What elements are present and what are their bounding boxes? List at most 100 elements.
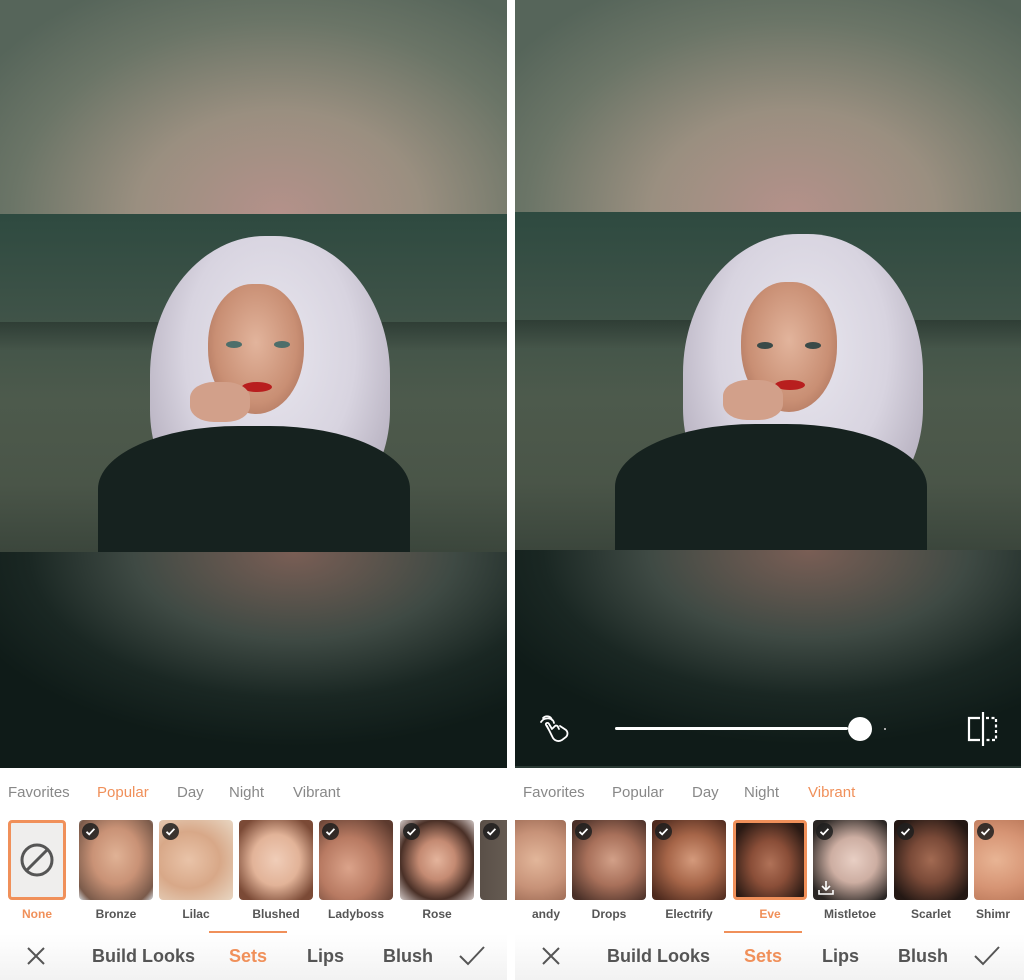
look-drops[interactable]: Drops [572, 820, 646, 921]
downloaded-check-icon [816, 823, 833, 840]
look-ladyboss[interactable]: Ladyboss [319, 820, 393, 921]
look-thumbnail-image [480, 820, 507, 900]
left-editor-panel: Favorites Popular Day Night Vibrant None… [0, 0, 507, 980]
right-editor-panel: Favorites Popular Day Night Vibrant andy… [515, 0, 1024, 980]
photo-eye-right [274, 341, 290, 348]
category-tabs: Favorites Popular Day Night Vibrant [515, 778, 1024, 808]
tab-day[interactable]: Day [177, 784, 204, 801]
look-eve[interactable]: Eve [733, 820, 807, 921]
look-label: None [22, 907, 52, 921]
nav-build-looks[interactable]: Build Looks [607, 946, 710, 967]
downloaded-check-icon [82, 823, 99, 840]
canvas-background-top [515, 0, 1021, 212]
look-label: Shimr [976, 907, 1011, 921]
slider-end-marker [883, 728, 886, 730]
look-rose[interactable]: Rose [400, 820, 474, 921]
photo-hand [190, 382, 250, 422]
photo-eye-left [226, 341, 242, 348]
look-label: Rose [422, 907, 452, 921]
tab-vibrant[interactable]: Vibrant [293, 784, 340, 801]
intensity-slider-handle[interactable] [847, 717, 872, 741]
nav-lips[interactable]: Lips [822, 946, 859, 967]
no-filter-icon [20, 843, 54, 877]
canvas-background-bottom [0, 552, 507, 768]
look-thumbnail-image [813, 820, 887, 900]
look-shimmer[interactable]: Shimr [974, 820, 1024, 921]
downloaded-check-icon [322, 823, 339, 840]
tab-night[interactable]: Night [229, 784, 264, 801]
close-icon[interactable] [24, 944, 48, 968]
look-candy[interactable]: andy [515, 820, 566, 921]
look-thumbnail-image [572, 820, 646, 900]
look-label: andy [531, 907, 560, 921]
tab-favorites[interactable]: Favorites [8, 784, 70, 801]
look-thumbnail-image [159, 820, 233, 900]
tab-popular[interactable]: Popular [612, 784, 664, 801]
look-label: Eve [759, 907, 781, 921]
bottom-nav: Build Looks Sets Lips Blush [515, 934, 1024, 980]
look-electrify[interactable]: Electrify [652, 820, 726, 921]
canvas-background-top [0, 0, 507, 214]
look-thumbnail-image [8, 820, 66, 900]
downloaded-check-icon [655, 823, 672, 840]
look-mistletoe[interactable]: Mistletoe [813, 820, 887, 921]
downloaded-check-icon [483, 823, 500, 840]
downloaded-check-icon [162, 823, 179, 840]
tab-day[interactable]: Day [692, 784, 719, 801]
close-icon[interactable] [539, 944, 563, 968]
look-thumbnail-image [894, 820, 968, 900]
look-none[interactable]: None [8, 820, 66, 921]
nav-sets[interactable]: Sets [229, 946, 267, 967]
photo-eye-right [805, 342, 821, 349]
look-thumbnail-image [652, 820, 726, 900]
photo-canvas[interactable] [0, 0, 507, 768]
tab-favorites[interactable]: Favorites [523, 784, 585, 801]
look-thumbnail-image [400, 820, 474, 900]
portrait-photo[interactable] [0, 214, 507, 552]
bottom-nav: Build Looks Sets Lips Blush [0, 934, 507, 980]
category-tabs: Favorites Popular Day Night Vibrant [0, 778, 507, 808]
tab-night[interactable]: Night [744, 784, 779, 801]
photo-canvas[interactable] [515, 0, 1021, 768]
intensity-slider-row [515, 690, 1021, 768]
photo-hand [723, 380, 783, 420]
look-label: Drops [591, 907, 627, 921]
look-label: Ladyboss [327, 907, 384, 921]
photo-sweater [98, 426, 410, 552]
nav-build-looks[interactable]: Build Looks [92, 946, 195, 967]
look-blushed[interactable]: Blushed [239, 820, 313, 921]
nav-blush[interactable]: Blush [898, 946, 948, 967]
look-thumbnail-image [79, 820, 153, 900]
look-bronze[interactable]: Bronze [79, 820, 153, 921]
compare-split-icon[interactable] [963, 710, 1003, 748]
check-icon[interactable] [458, 944, 486, 968]
look-thumbnail-image [733, 820, 807, 900]
tab-vibrant[interactable]: Vibrant [808, 784, 855, 801]
look-thumbnail-image [239, 820, 313, 900]
look-thumbnail-image [319, 820, 393, 900]
look-thumbnails: andy Drops Electrify Eve Mistletoe Scarl… [515, 820, 1024, 925]
active-nav-indicator [724, 931, 802, 933]
look-lilac[interactable]: Lilac [159, 820, 233, 921]
look-label: Mistletoe [823, 907, 876, 921]
downloaded-check-icon [403, 823, 420, 840]
downloaded-check-icon [977, 823, 994, 840]
look-partial[interactable] [480, 820, 507, 907]
download-icon[interactable] [817, 880, 835, 896]
look-label: Bronze [95, 907, 137, 921]
look-thumbnail-image [515, 820, 566, 900]
nav-blush[interactable]: Blush [383, 946, 433, 967]
look-thumbnails: None Bronze Lilac Blushed Ladyboss Rose [0, 820, 507, 925]
look-label: Blushed [252, 907, 300, 921]
tab-popular[interactable]: Popular [97, 784, 149, 801]
portrait-photo[interactable] [515, 212, 1021, 550]
look-scarlet[interactable]: Scarlet [894, 820, 968, 921]
check-icon[interactable] [973, 944, 1001, 968]
nav-sets[interactable]: Sets [744, 946, 782, 967]
touch-gesture-icon[interactable] [537, 712, 573, 748]
downloaded-check-icon [575, 823, 592, 840]
photo-eye-left [757, 342, 773, 349]
nav-lips[interactable]: Lips [307, 946, 344, 967]
photo-sweater [615, 424, 927, 550]
intensity-slider-track[interactable] [615, 727, 848, 730]
